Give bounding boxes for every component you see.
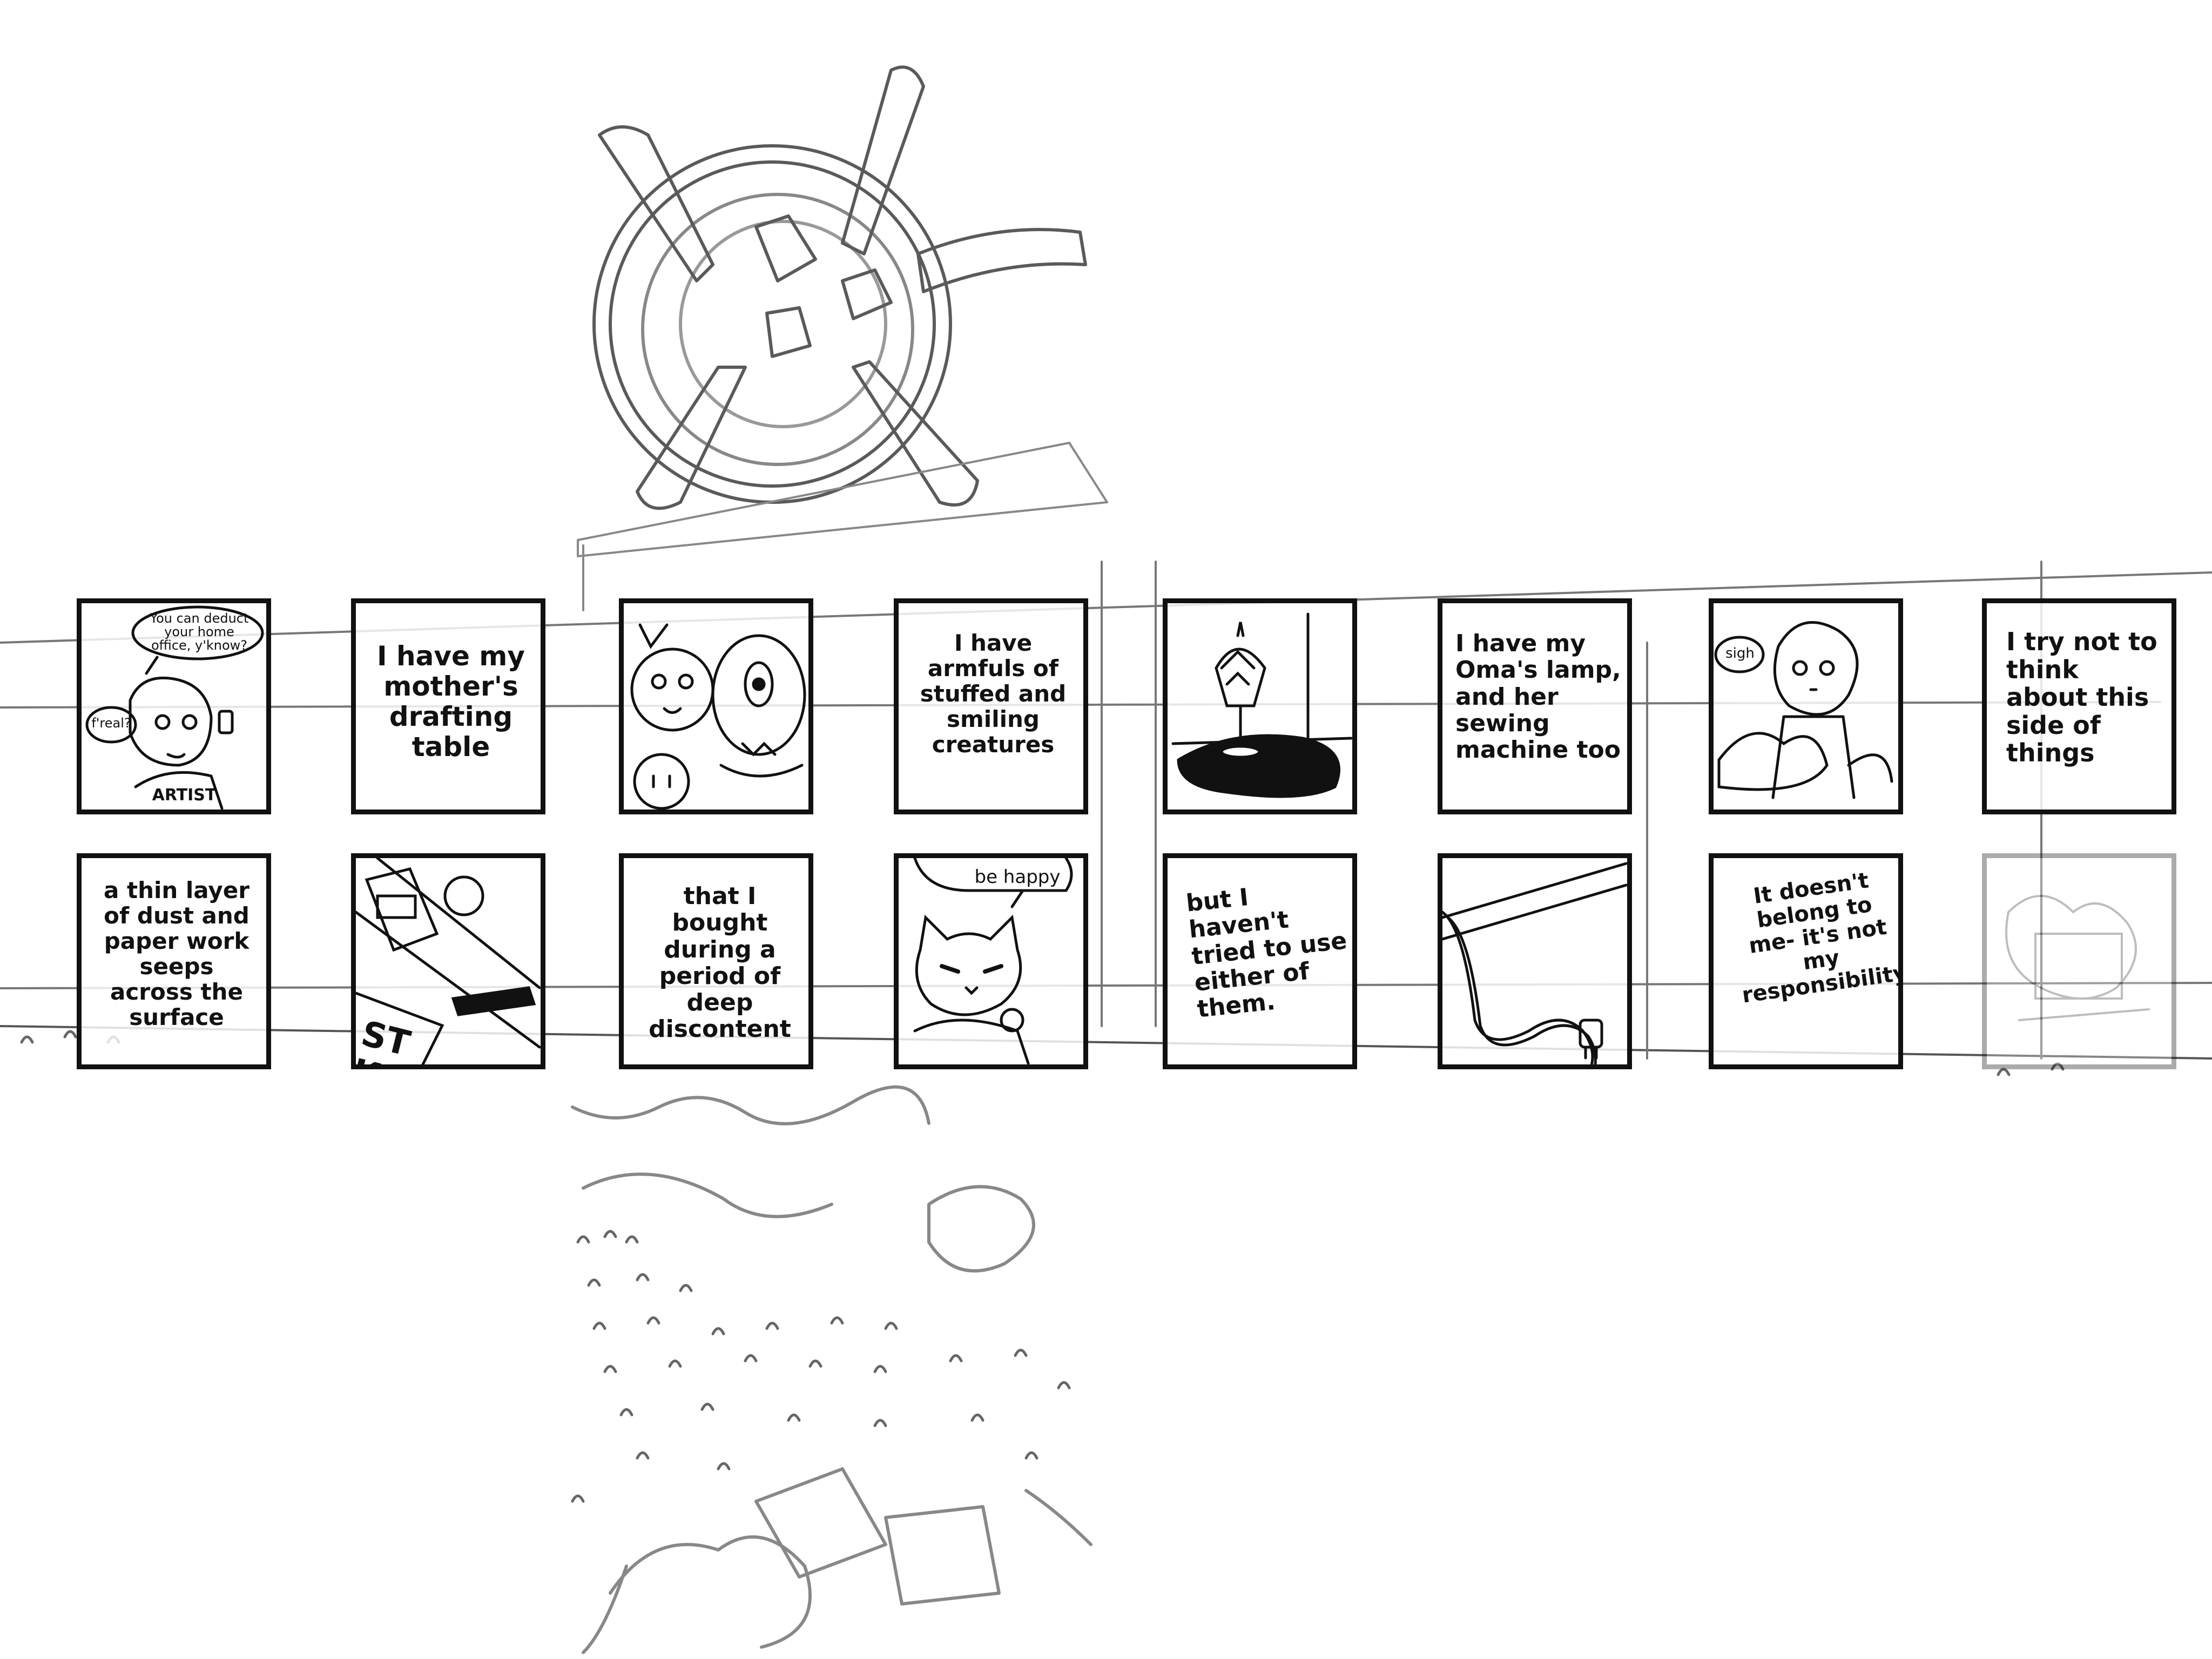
stuffed-creatures-drawing bbox=[630, 623, 806, 810]
comic-panel-14 bbox=[1438, 853, 1632, 1069]
caption-try-not-to-think: I try not to think about this side of th… bbox=[2006, 627, 2157, 768]
caption-period-of-deep-discontent: that I bought during a period of deep di… bbox=[649, 882, 791, 1043]
caption-doesnt-belong: It doesn't belong to me- it's not my res… bbox=[1740, 868, 1903, 1008]
shirt-text: ARTIST bbox=[152, 786, 217, 805]
comic-panel-16 bbox=[1982, 853, 2176, 1069]
lamp-drawing bbox=[1171, 612, 1352, 798]
cat-plush-drawing bbox=[913, 858, 1073, 1064]
comic-panel-13: but I haven't tried to use either of the… bbox=[1163, 853, 1357, 1069]
caption-thin-layer-of-dust: a thin layer of dust and paper work seep… bbox=[104, 877, 249, 1031]
comic-panel-7: sigh bbox=[1709, 598, 1903, 814]
sighing-character-drawing bbox=[1714, 621, 1893, 799]
caption-drafting-table: I have my mother's drafting table bbox=[377, 640, 525, 763]
caption-havent-tried: but I haven't tried to use either of the… bbox=[1184, 883, 1348, 1023]
comic-panel-12: be happy bbox=[894, 853, 1088, 1069]
speech-bubble-deduct: You can deduct your home office, y'know? bbox=[150, 611, 249, 653]
speech-bubble-sigh: sigh bbox=[1725, 645, 1755, 662]
comic-panel-6: I have my Oma's lamp, and her sewing mac… bbox=[1438, 598, 1632, 814]
speech-bubble-be-happy: be happy bbox=[974, 866, 1061, 888]
comic-canvas: You can deduct your home office, y'know?… bbox=[0, 0, 2212, 1659]
comic-panel-10: ST KI bbox=[351, 853, 545, 1069]
comic-panel-15: It doesn't belong to me- it's not my res… bbox=[1709, 853, 1903, 1069]
caption-stuffed-creatures: I have armfuls of stuffed and smiling cr… bbox=[920, 630, 1067, 758]
comic-panel-11: that I bought during a period of deep di… bbox=[619, 853, 813, 1069]
plug-cord-drawing bbox=[1442, 862, 1627, 1064]
comic-panel-5 bbox=[1163, 598, 1357, 814]
speech-bubble-freal: f'real? bbox=[91, 716, 131, 731]
comic-panel-2: I have my mother's drafting table bbox=[351, 598, 545, 814]
comic-panel-4: I have armfuls of stuffed and smiling cr… bbox=[894, 598, 1088, 814]
faint-sketch-drawing bbox=[2005, 895, 2150, 1021]
caption-omas-lamp: I have my Oma's lamp, and her sewing mac… bbox=[1455, 630, 1621, 764]
comic-panel-9: a thin layer of dust and paper work seep… bbox=[77, 853, 271, 1069]
comic-panel-1: You can deduct your home office, y'know?… bbox=[77, 598, 271, 814]
ceiling-fan-sketch bbox=[592, 65, 1087, 510]
comic-panel-3 bbox=[619, 598, 813, 814]
comic-panel-8: I try not to think about this side of th… bbox=[1982, 598, 2176, 814]
background-sketch bbox=[0, 65, 2212, 1654]
